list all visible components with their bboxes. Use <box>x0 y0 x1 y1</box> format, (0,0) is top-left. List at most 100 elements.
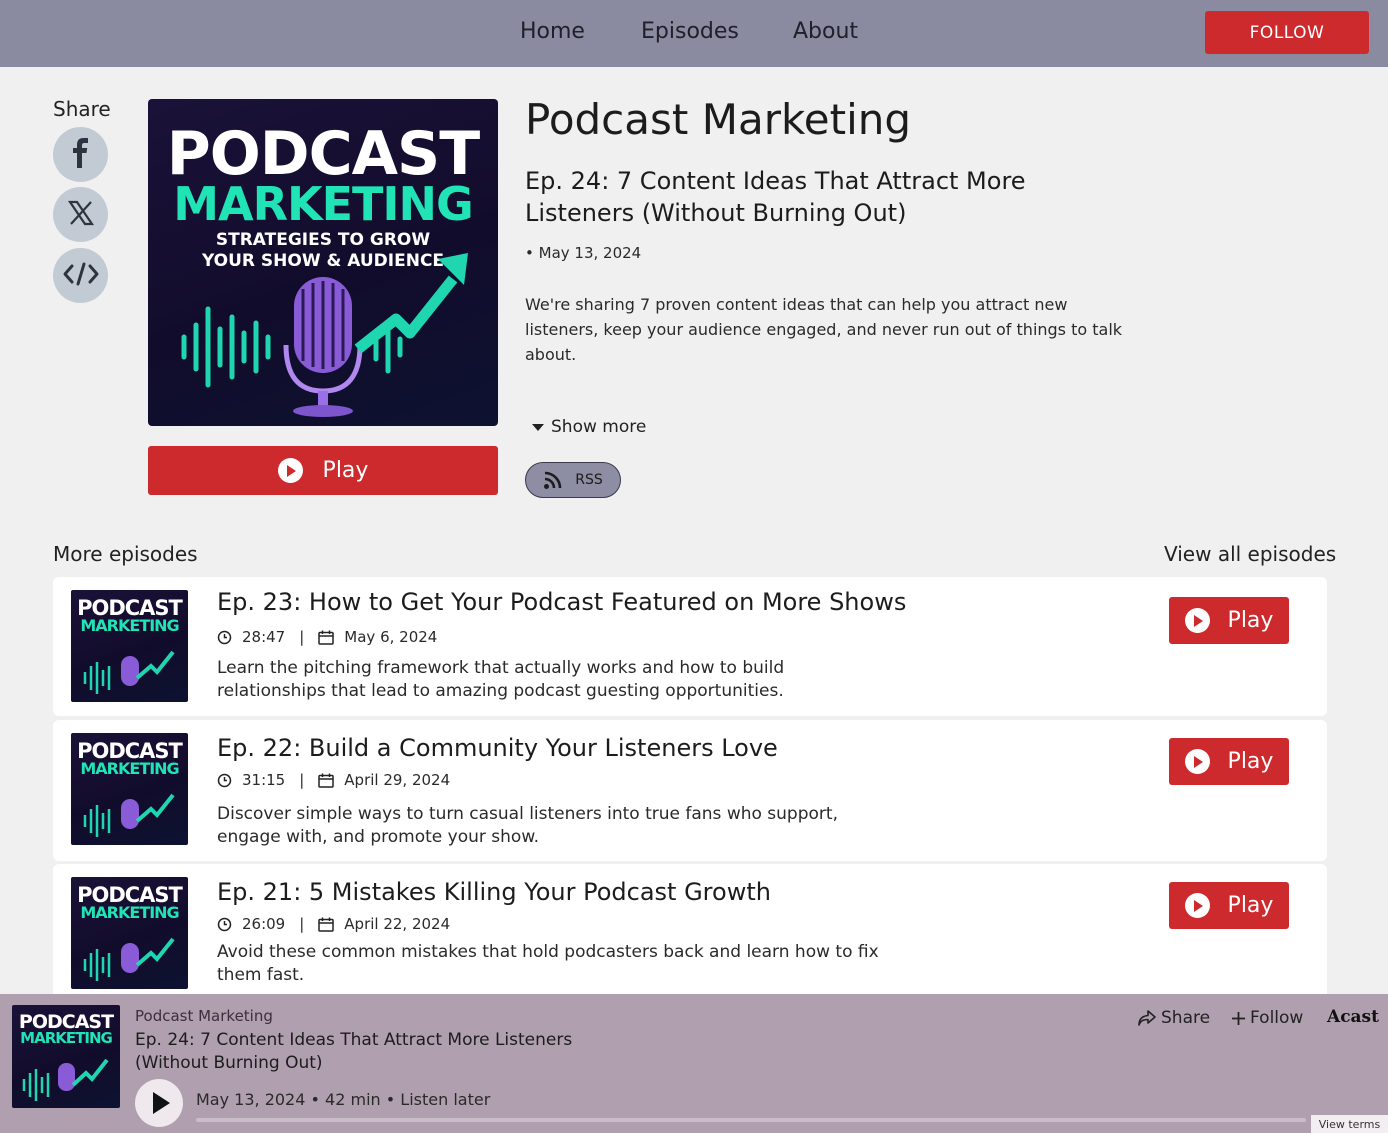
more-episodes-heading: More episodes <box>53 542 198 566</box>
player-listen-later[interactable]: Listen later <box>400 1090 490 1109</box>
episode-row: PODCAST MARKETING Ep. 22: Build a Commun… <box>53 720 1327 861</box>
player-follow-button[interactable]: Follow <box>1231 1008 1303 1028</box>
embedded-player: PODCAST MARKETING Podcast Marketing Ep. … <box>0 994 1388 1133</box>
episode-row-duration: 28:47 <box>242 628 286 646</box>
episode-row-play-button[interactable]: Play <box>1169 882 1289 929</box>
nav-link-home[interactable]: Home <box>520 19 585 44</box>
episode-row-description: Avoid these common mistakes that hold po… <box>217 942 879 985</box>
row-play-label: Play <box>1227 893 1274 918</box>
clock-icon <box>217 917 232 932</box>
play-icon <box>277 458 303 483</box>
rss-button[interactable]: RSS <box>525 462 621 498</box>
caret-down-icon <box>532 423 544 431</box>
episode-title: Ep. 24: 7 Content Ideas That Attract Mor… <box>525 167 1026 227</box>
main-play-label: Play <box>322 458 369 483</box>
play-icon <box>152 1092 170 1114</box>
calendar-icon <box>318 773 335 788</box>
play-icon <box>1184 608 1210 633</box>
acast-logo[interactable]: Acast <box>1327 1007 1379 1027</box>
nav-link-episodes[interactable]: Episodes <box>641 19 739 44</box>
player-share-button[interactable]: Share <box>1138 1008 1210 1028</box>
player-meta: May 13, 2024 • 42 min • Listen later <box>196 1090 490 1109</box>
calendar-icon <box>318 630 335 645</box>
episode-row: PODCAST MARKETING Ep. 23: How to Get You… <box>53 577 1327 716</box>
player-show-name: Podcast Marketing <box>135 1007 273 1025</box>
main-play-button[interactable]: Play <box>148 446 498 495</box>
episode-thumbnail[interactable]: PODCAST MARKETING <box>71 733 188 845</box>
episode-thumbnail[interactable]: PODCAST MARKETING <box>71 590 188 702</box>
share-label: Share <box>53 97 111 121</box>
player-share-label: Share <box>1161 1008 1211 1028</box>
player-length: 42 min <box>325 1090 381 1109</box>
clock-icon <box>217 630 232 645</box>
player-follow-label: Follow <box>1250 1008 1304 1028</box>
episode-row-play-button[interactable]: Play <box>1169 597 1289 644</box>
episode-row-title[interactable]: Ep. 21: 5 Mistakes Killing Your Podcast … <box>217 878 771 906</box>
thumb-line2: MARKETING <box>80 616 179 635</box>
player-date: May 13, 2024 <box>196 1090 306 1109</box>
meta-separator: | <box>299 628 305 646</box>
meta-separator: | <box>299 771 305 789</box>
thumb-microphone-graphic <box>83 793 175 837</box>
share-x-button[interactable] <box>53 187 108 242</box>
meta-dot: • <box>310 1090 326 1109</box>
meta-dot: • <box>385 1090 401 1109</box>
embed-icon <box>63 262 99 290</box>
thumb-line2: MARKETING <box>80 759 179 778</box>
player-progress-bar[interactable] <box>196 1118 1306 1122</box>
clock-icon <box>217 773 232 788</box>
thumb-microphone-graphic <box>83 650 175 694</box>
cover-microphone-graphic <box>181 253 468 417</box>
thumb-microphone-graphic <box>83 937 175 981</box>
share-icon <box>1138 1010 1156 1026</box>
rss-icon <box>543 470 563 490</box>
player-thumbnail: PODCAST MARKETING <box>12 1005 120 1108</box>
episode-date-text: May 13, 2024 <box>538 244 642 262</box>
view-terms-link[interactable]: View terms <box>1311 1115 1388 1133</box>
show-more-toggle[interactable]: Show more <box>532 417 646 437</box>
row-play-label: Play <box>1227 608 1274 633</box>
facebook-icon <box>70 137 92 172</box>
episode-row-date: May 6, 2024 <box>344 628 438 646</box>
podcast-cover-art: PODCAST MARKETING STRATEGIES TO GROW YOU… <box>148 99 498 426</box>
cover-subtitle-line1: STRATEGIES TO GROW <box>215 230 431 250</box>
player-episode-title: Ep. 24: 7 Content Ideas That Attract Mor… <box>135 1030 573 1073</box>
episode-row-meta: 28:47 | May 6, 2024 <box>217 628 437 646</box>
play-icon <box>1184 749 1210 774</box>
cover-title-line2: MARKETING <box>173 177 474 231</box>
episode-row: PODCAST MARKETING Ep. 21: 5 Mistakes Kil… <box>53 864 1327 1004</box>
episode-row-play-button[interactable]: Play <box>1169 738 1289 785</box>
episode-row-date: April 29, 2024 <box>344 771 451 789</box>
player-play-button[interactable] <box>135 1079 183 1127</box>
episode-description: We're sharing 7 proven content ideas tha… <box>525 295 1123 364</box>
podcast-title: Podcast Marketing <box>525 95 912 144</box>
episode-row-duration: 31:15 <box>242 771 286 789</box>
view-all-episodes-link[interactable]: View all episodes <box>1164 542 1336 566</box>
episode-row-duration: 26:09 <box>242 915 286 933</box>
top-nav-bar: Home Episodes About FOLLOW <box>0 0 1388 67</box>
x-icon <box>67 200 94 230</box>
meta-separator: | <box>299 915 305 933</box>
rss-label: RSS <box>575 472 603 488</box>
share-embed-button[interactable] <box>53 248 108 303</box>
episode-row-title[interactable]: Ep. 23: How to Get Your Podcast Featured… <box>217 588 906 616</box>
share-facebook-button[interactable] <box>53 127 108 182</box>
episode-row-title[interactable]: Ep. 22: Build a Community Your Listeners… <box>217 734 778 762</box>
episode-row-description: Discover simple ways to turn casual list… <box>217 804 838 847</box>
episode-row-description: Learn the pitching framework that actual… <box>217 658 785 701</box>
episode-row-meta: 26:09 | April 22, 2024 <box>217 915 450 933</box>
row-play-label: Play <box>1227 749 1274 774</box>
nav-link-about[interactable]: About <box>793 19 858 44</box>
thumb-line2: MARKETING <box>20 1029 113 1047</box>
play-icon <box>1184 893 1210 918</box>
episode-thumbnail[interactable]: PODCAST MARKETING <box>71 877 188 989</box>
calendar-icon <box>318 917 335 932</box>
thumb-microphone-graphic <box>22 1058 109 1101</box>
plus-icon <box>1231 1011 1246 1026</box>
episode-row-date: April 22, 2024 <box>344 915 451 933</box>
episode-date: • May 13, 2024 <box>525 244 642 262</box>
follow-button[interactable]: FOLLOW <box>1205 11 1369 54</box>
thumb-line2: MARKETING <box>80 903 179 922</box>
show-more-label: Show more <box>551 417 647 437</box>
episode-row-meta: 31:15 | April 29, 2024 <box>217 771 450 789</box>
